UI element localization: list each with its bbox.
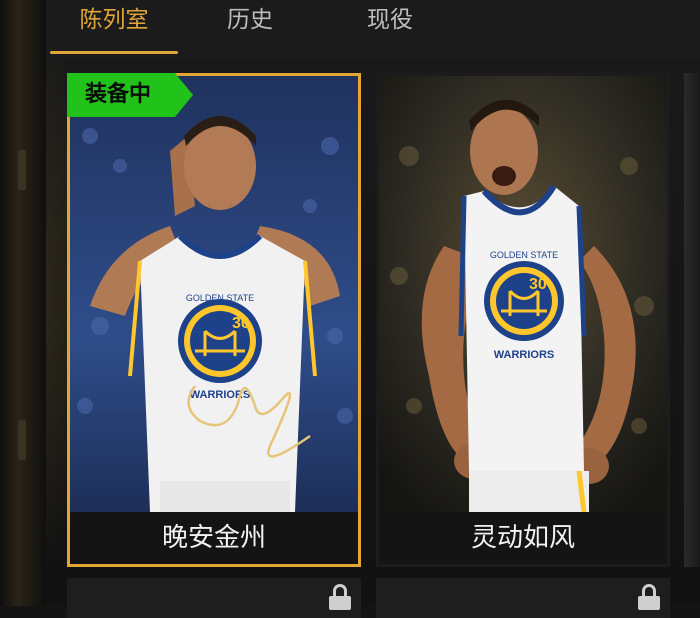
rail-decoration	[18, 150, 26, 190]
tab-label: 历史	[227, 7, 273, 33]
active-tab-underline	[50, 51, 178, 54]
tab-gallery[interactable]: 陈列室	[50, 0, 178, 54]
jersey-team-top: GOLDEN STATE	[186, 293, 254, 303]
skin-name: 晚安金州	[70, 512, 358, 564]
jersey-team-top: GOLDEN STATE	[490, 250, 558, 260]
jersey-number: 30	[232, 315, 250, 332]
lock-icon	[638, 584, 660, 610]
tab-label: 陈列室	[79, 7, 149, 33]
tab-active[interactable]: 现役	[340, 0, 440, 54]
locked-skin-card[interactable]	[67, 578, 361, 618]
skin-card[interactable]: 30 GOLDEN STATE WARRIORS 灵动如风	[376, 73, 670, 567]
skin-card[interactable]: 30 GOLDEN STATE WARRIORS 装备中 晚安金州	[67, 73, 361, 567]
tab-label: 现役	[367, 7, 413, 33]
left-rail	[0, 0, 46, 606]
jersey-number: 30	[529, 276, 547, 293]
player-artwork: 30 GOLDEN STATE WARRIORS	[70, 76, 358, 512]
lock-icon	[329, 584, 351, 610]
tab-bar: 陈列室 历史 现役	[46, 0, 700, 58]
rail-decoration	[18, 420, 26, 460]
locked-skin-card[interactable]	[376, 578, 670, 618]
jersey-team-bottom: WARRIORS	[494, 349, 555, 361]
player-artwork: 30 GOLDEN STATE WARRIORS	[379, 76, 667, 512]
equipped-badge: 装备中	[67, 73, 193, 117]
next-card-peek	[684, 73, 700, 567]
tab-history[interactable]: 历史	[200, 0, 300, 54]
skin-name: 灵动如风	[379, 512, 667, 564]
